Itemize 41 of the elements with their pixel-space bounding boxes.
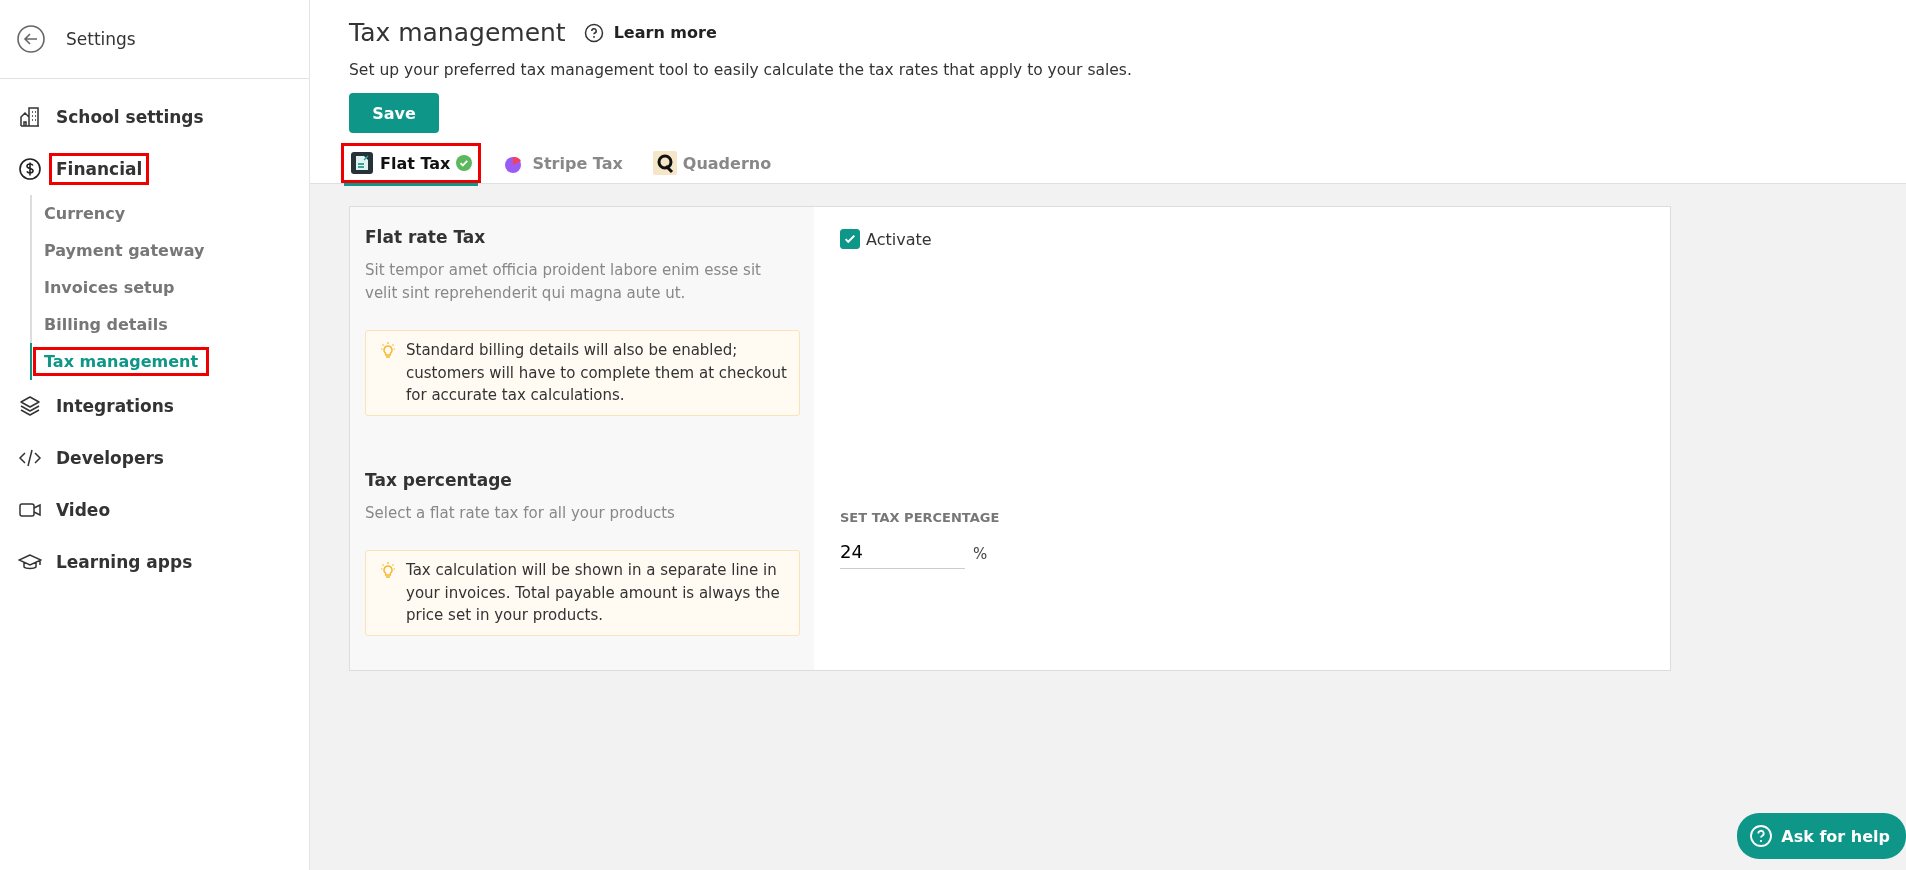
activate-checkbox[interactable] — [840, 229, 860, 249]
quaderno-logo-icon — [652, 151, 677, 175]
help-icon — [1749, 824, 1774, 848]
page-description: Set up your preferred tax management tool to easily calculate the tax rates that apply to your sales. — [349, 61, 1133, 79]
section-description: Select a flat rate tax for all your products — [365, 502, 676, 524]
sub-nav-item[interactable]: Tax management — [33, 347, 210, 376]
ask-for-help-button[interactable]: Ask for help — [1737, 813, 1906, 859]
tip-text: Standard billing details will also be enabled; customers will have to complete them at checkout for accurate tax calculations. — [406, 340, 787, 406]
settings-title: Settings — [66, 29, 136, 49]
tax-percentage-field[interactable]: 24 — [840, 538, 965, 569]
nav-item[interactable]: Learning apps — [49, 546, 200, 578]
layers-icon — [18, 394, 42, 418]
nav-item[interactable]: Integrations — [49, 390, 181, 422]
nav-item[interactable]: Developers — [49, 442, 171, 474]
sub-nav-item[interactable]: Currency — [33, 199, 137, 228]
checkbox-label: Activate — [866, 229, 932, 249]
dollar-icon — [18, 157, 42, 181]
nav-item[interactable]: Video — [49, 494, 118, 526]
sub-nav-item[interactable]: Invoices setup — [33, 273, 186, 302]
sub-nav-item[interactable]: Billing details — [33, 310, 179, 339]
nav-item[interactable]: Financial — [49, 153, 150, 185]
learn-more-link[interactable]: Learn more — [613, 23, 717, 42]
lightbulb-icon — [378, 561, 398, 581]
tip-text: Tax calculation will be shown in a separate line in your invoices. Total payable amount is always the price set in your products. — [406, 560, 781, 626]
building-icon — [18, 105, 42, 129]
section-title: Flat rate Tax — [365, 227, 487, 247]
checkmark-icon — [843, 232, 857, 246]
nav-item[interactable]: School settings — [49, 101, 211, 133]
section-title: Tax percentage — [365, 469, 513, 490]
document-icon — [350, 151, 374, 175]
lightbulb-icon — [378, 341, 398, 361]
help-icon[interactable] — [583, 22, 604, 43]
tab[interactable]: Flat Tax — [341, 143, 482, 183]
sub-nav-item[interactable]: Payment gateway — [33, 236, 216, 265]
tab[interactable]: Quaderno — [643, 143, 781, 183]
percent-sign: % — [973, 544, 988, 563]
section-description: Sit tempor amet officia proident labore enim esse sit velit sint reprehenderit qui magna aute ut. — [365, 260, 762, 304]
tab[interactable]: Stripe Tax — [493, 143, 632, 183]
save-button[interactable]: Save — [349, 93, 439, 133]
field-label: SET TAX PERCENTAGE — [840, 509, 1001, 525]
page-title: Tax management — [349, 18, 566, 47]
